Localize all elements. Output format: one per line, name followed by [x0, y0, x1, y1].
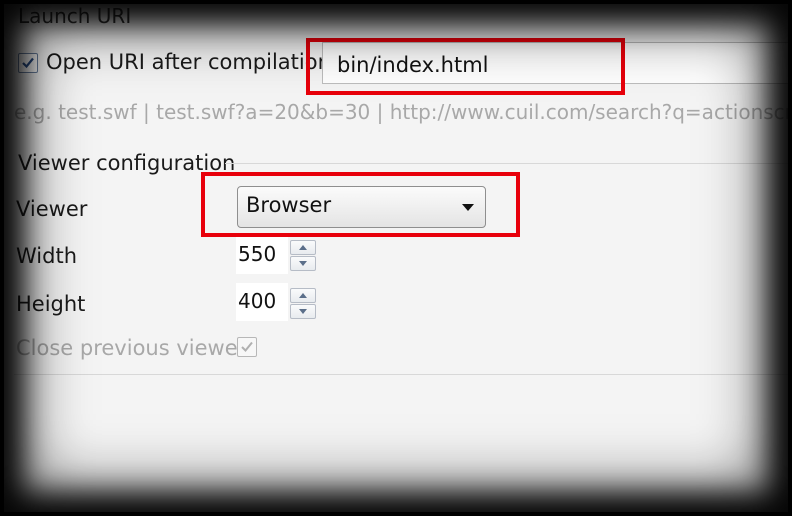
- arrow-down-icon: [299, 261, 307, 266]
- close-previous-viewer-label: Close previous viewer: [16, 336, 247, 360]
- width-label: Width: [16, 244, 78, 268]
- height-decrement-button[interactable]: [290, 304, 316, 319]
- open-uri-label: Open URI after compilation: [46, 50, 331, 74]
- open-uri-checkbox[interactable]: [18, 53, 38, 73]
- settings-panel: Launch URI Open URI after compilation bi…: [0, 0, 792, 516]
- width-decrement-button[interactable]: [290, 256, 316, 271]
- viewer-label: Viewer: [16, 197, 88, 221]
- uri-highlight-box: [306, 38, 625, 95]
- bottom-divider: [14, 374, 792, 375]
- arrow-up-icon: [299, 245, 307, 250]
- checkmark-icon: [22, 57, 34, 69]
- checkmark-icon: [241, 341, 253, 352]
- viewer-highlight-box: [201, 172, 520, 237]
- height-label: Height: [16, 292, 86, 316]
- arrow-up-icon: [299, 293, 307, 298]
- height-input[interactable]: 400: [236, 283, 288, 321]
- width-input[interactable]: 550: [236, 236, 288, 274]
- uri-hint: e.g. test.swf | test.swf?a=20&b=30 | htt…: [14, 100, 792, 124]
- arrow-down-icon: [299, 309, 307, 314]
- close-previous-viewer-checkbox[interactable]: [237, 337, 257, 357]
- width-increment-button[interactable]: [290, 240, 316, 255]
- height-increment-button[interactable]: [290, 288, 316, 303]
- section-divider: [225, 163, 792, 164]
- launch-uri-title: Launch URI: [18, 4, 132, 28]
